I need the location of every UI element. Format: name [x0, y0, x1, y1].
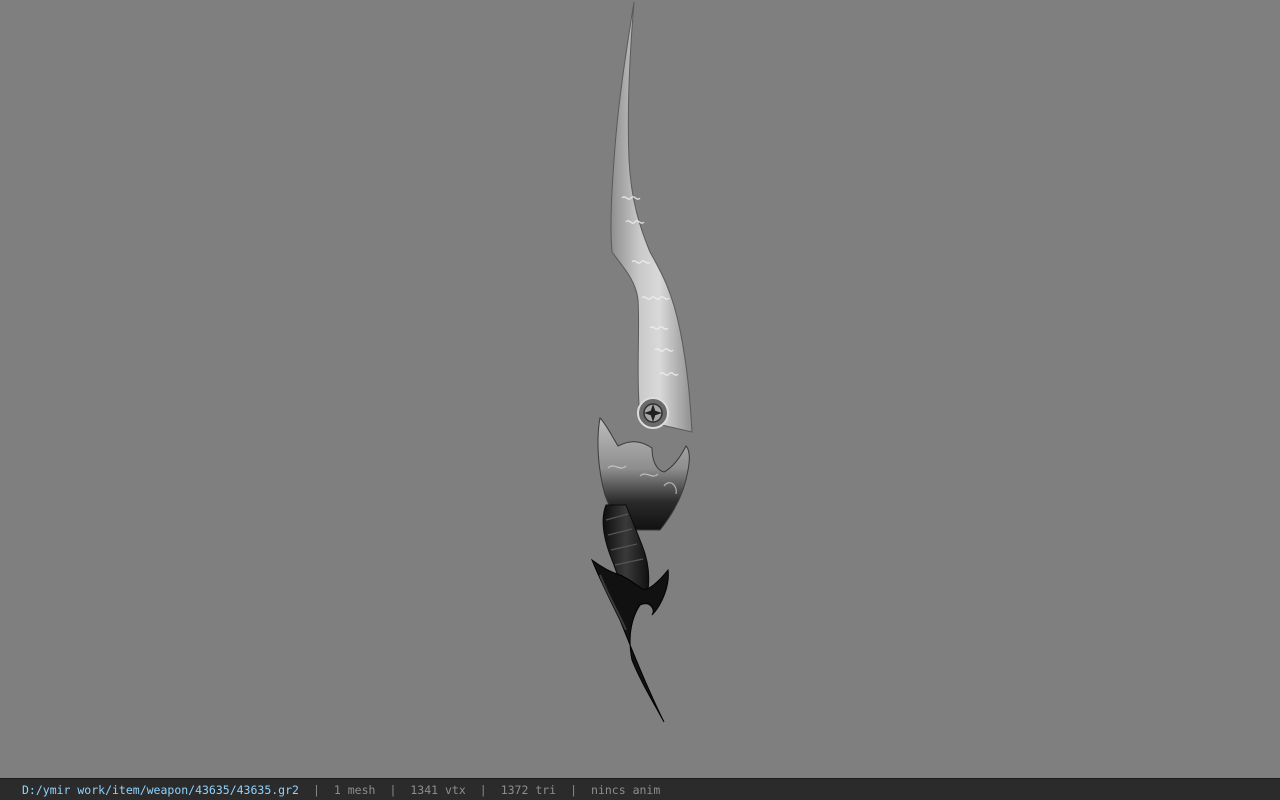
status-separator: |: [479, 783, 487, 797]
status-separator: |: [570, 783, 578, 797]
sword-blade: [610, 1, 693, 433]
triangle-count: 1372 tri: [500, 783, 557, 797]
guard-emblem: [637, 397, 669, 429]
sword-model[interactable]: [0, 0, 1280, 778]
status-separator: |: [312, 783, 320, 797]
mesh-count: 1 mesh: [333, 783, 376, 797]
model-file-path: D:/ymir work/item/weapon/43635/43635.gr2: [22, 783, 299, 797]
animation-status: nincs anim: [591, 783, 661, 797]
vertex-count: 1341 vtx: [410, 783, 466, 797]
model-viewport[interactable]: [0, 0, 1280, 778]
status-bar: D:/ymir work/item/weapon/43635/43635.gr2…: [0, 778, 1280, 800]
status-separator: |: [389, 783, 397, 797]
